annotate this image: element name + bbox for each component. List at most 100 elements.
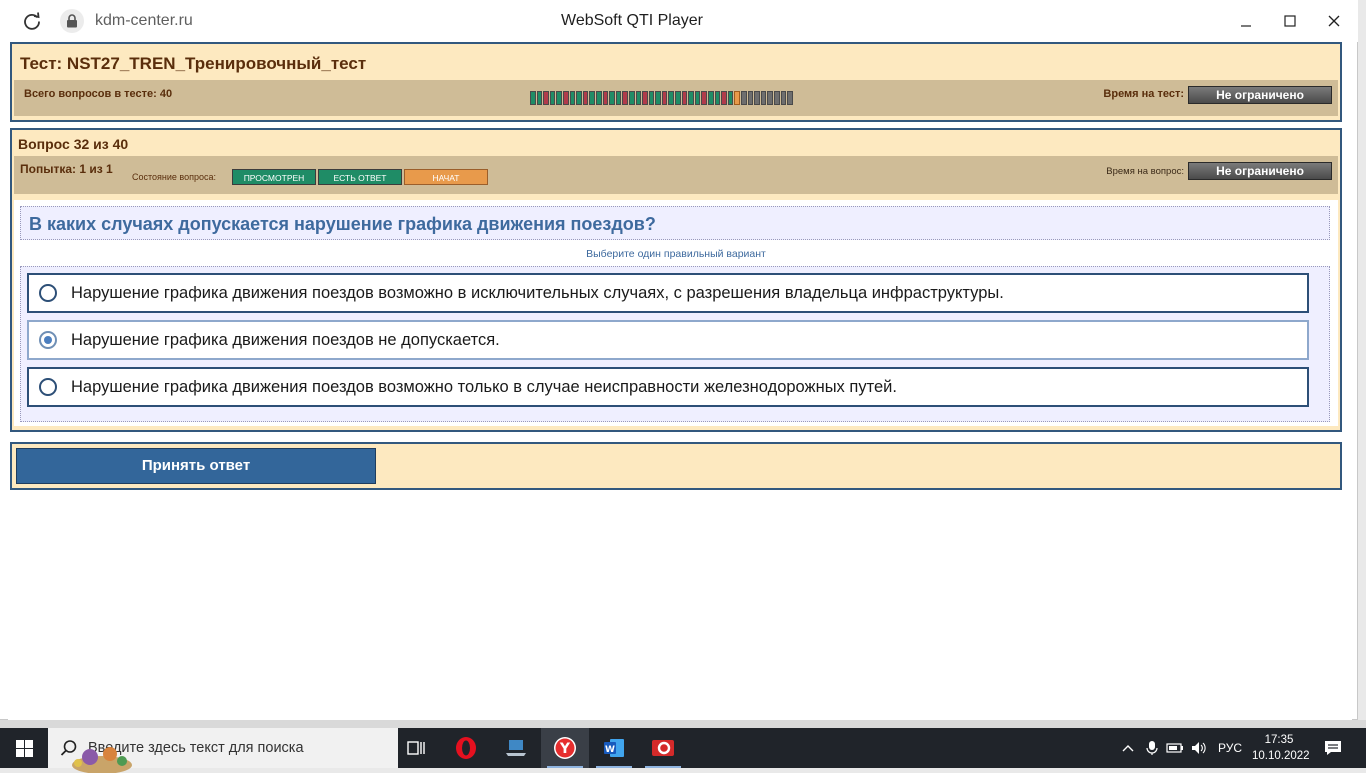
progress-cell-18[interactable] — [642, 91, 648, 105]
opera-icon[interactable] — [442, 728, 490, 768]
progress-cell-37[interactable] — [767, 91, 773, 105]
task-view-icon[interactable] — [392, 728, 440, 768]
clock-date: 10.10.2022 — [1252, 750, 1310, 762]
progress-cell-35[interactable] — [754, 91, 760, 105]
progress-cell-17[interactable] — [635, 91, 642, 105]
progress-cell-30[interactable] — [721, 91, 727, 105]
notifications-icon[interactable] — [1324, 740, 1341, 756]
progress-cell-16[interactable] — [628, 91, 635, 105]
chevron-up-icon[interactable] — [1120, 740, 1136, 756]
total-questions: Всего вопросов в тесте: 40 — [24, 88, 173, 100]
progress-cell-23[interactable] — [675, 91, 681, 105]
volume-icon[interactable] — [1190, 740, 1206, 756]
progress-cell-13[interactable] — [609, 91, 615, 105]
radio-button[interactable] — [39, 378, 57, 396]
question-time-label: Время на вопрос: — [1106, 166, 1184, 177]
question-time-value: Не ограничено — [1188, 162, 1332, 180]
progress-cell-2[interactable] — [536, 91, 543, 105]
progress-cell-10[interactable] — [589, 91, 595, 105]
test-title: Тест: NST27_TREN_Тренировочный_тест — [20, 54, 367, 73]
progress-cell-7[interactable] — [569, 91, 576, 105]
progress-cell-28[interactable] — [708, 91, 714, 105]
progress-cell-36[interactable] — [760, 91, 767, 105]
background-window-strip — [0, 720, 1366, 728]
radio-button[interactable] — [39, 284, 57, 302]
answer-hint: Выберите один правильный вариант — [586, 248, 766, 260]
clock[interactable]: 17:35 10.10.2022 — [1252, 732, 1310, 764]
progress-cell-38[interactable] — [773, 91, 780, 105]
test-time-label: Время на тест: — [1103, 88, 1184, 100]
progress-cell-25[interactable] — [688, 91, 694, 105]
red-app-icon[interactable] — [639, 728, 687, 768]
state-badge-started: НАЧАТ — [404, 169, 488, 185]
progress-cell-26[interactable] — [694, 91, 701, 105]
question-state-label: Состояние вопроса: — [132, 172, 216, 182]
progress-cell-14[interactable] — [615, 91, 622, 105]
state-badge-viewed: ПРОСМОТРЕН — [232, 169, 316, 185]
laptop-app-icon[interactable] — [492, 728, 540, 768]
page-content: Тест: NST27_TREN_Тренировочный_тест Всег… — [8, 42, 1352, 720]
progress-cell-6[interactable] — [562, 91, 569, 105]
question-text-box: В каких случаях допускается нарушение гр… — [20, 206, 1330, 240]
question-progress-bar — [530, 91, 794, 105]
progress-cell-32[interactable] — [734, 91, 740, 105]
question-panel: Вопрос 32 из 40 Попытка: 1 из 1 Состояни… — [10, 128, 1342, 432]
language-indicator[interactable]: РУС — [1218, 741, 1242, 755]
windows-icon — [16, 740, 33, 757]
progress-cell-12[interactable] — [602, 91, 609, 105]
state-badge-answered: ЕСТЬ ОТВЕТ — [318, 169, 402, 185]
progress-cell-31[interactable] — [727, 91, 734, 105]
progress-cell-19[interactable] — [648, 91, 655, 105]
progress-cell-20[interactable] — [655, 91, 661, 105]
answer-text: Нарушение графика движения поездов возмо… — [71, 378, 897, 396]
svg-text:Y: Y — [559, 741, 571, 757]
answer-text: Нарушение графика движения поездов не до… — [71, 331, 500, 349]
close-button[interactable] — [1312, 6, 1356, 36]
test-time-value: Не ограничено — [1188, 86, 1332, 104]
microphone-icon[interactable] — [1144, 740, 1160, 756]
attempt-label: Попытка: 1 из 1 — [20, 162, 113, 176]
progress-cell-34[interactable] — [747, 91, 754, 105]
question-area: В каких случаях допускается нарушение гр… — [14, 200, 1338, 426]
start-button[interactable] — [0, 728, 48, 768]
progress-cell-11[interactable] — [595, 91, 602, 105]
answer-text: Нарушение графика движения поездов возмо… — [71, 284, 1004, 302]
progress-cell-3[interactable] — [543, 91, 549, 105]
progress-cell-21[interactable] — [661, 91, 668, 105]
test-info-strip: Всего вопросов в тесте: 40 Время на тест… — [14, 80, 1338, 116]
radio-button-selected[interactable] — [39, 331, 57, 349]
answer-option-3[interactable]: Нарушение графика движения поездов возмо… — [27, 367, 1309, 407]
test-header-panel: Тест: NST27_TREN_Тренировочный_тест Всег… — [10, 42, 1342, 122]
progress-cell-33[interactable] — [741, 91, 747, 105]
popup-window: kdm-center.ru WebSoft QTI Player Тест: N… — [0, 0, 1358, 720]
maximize-button[interactable] — [1268, 6, 1312, 36]
progress-cell-39[interactable] — [780, 91, 787, 105]
taskbar-search[interactable]: Введите здесь текст для поиска — [48, 728, 398, 773]
progress-cell-29[interactable] — [714, 91, 721, 105]
progress-cell-24[interactable] — [681, 91, 688, 105]
progress-cell-9[interactable] — [582, 91, 589, 105]
question-text: В каких случаях допускается нарушение гр… — [29, 214, 656, 234]
answer-option-1[interactable]: Нарушение графика движения поездов возмо… — [27, 273, 1309, 313]
progress-cell-22[interactable] — [668, 91, 675, 105]
submit-panel: Принять ответ — [10, 442, 1342, 490]
progress-cell-40[interactable] — [787, 91, 793, 105]
progress-cell-15[interactable] — [622, 91, 628, 105]
svg-text:W: W — [605, 745, 615, 755]
minimize-button[interactable] — [1224, 6, 1268, 36]
taskbar: Введите здесь текст для поиска Y W РУС 1… — [0, 728, 1366, 773]
progress-cell-1[interactable] — [530, 91, 536, 105]
battery-icon[interactable] — [1166, 740, 1183, 756]
answer-option-2[interactable]: Нарушение графика движения поездов не до… — [27, 320, 1309, 360]
progress-cell-4[interactable] — [549, 91, 556, 105]
question-number: Вопрос 32 из 40 — [18, 136, 129, 152]
progress-cell-5[interactable] — [556, 91, 562, 105]
submit-answer-button[interactable]: Принять ответ — [16, 448, 376, 484]
word-icon[interactable]: W — [590, 728, 638, 768]
yandex-browser-icon[interactable]: Y — [541, 728, 589, 768]
window-title: WebSoft QTI Player — [561, 12, 703, 29]
progress-cell-27[interactable] — [701, 91, 708, 105]
answer-list: Нарушение графика движения поездов возмо… — [20, 266, 1330, 422]
progress-cell-8[interactable] — [576, 91, 582, 105]
clock-time: 17:35 — [1264, 734, 1294, 746]
